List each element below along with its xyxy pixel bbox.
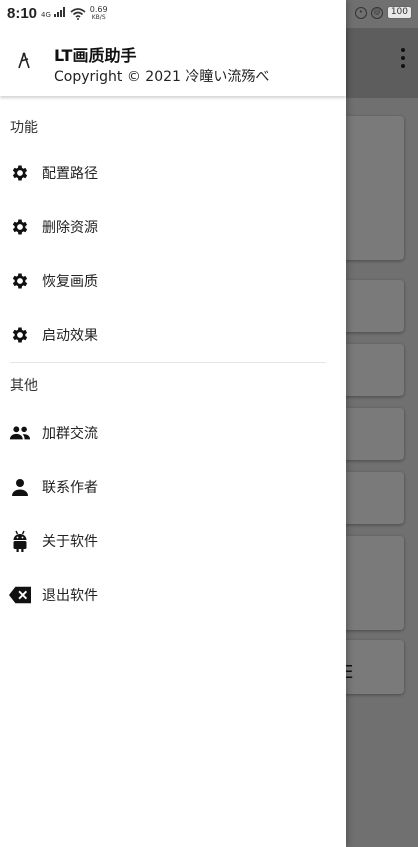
gear-icon [9, 324, 31, 346]
speed-value: 0.69 [89, 4, 108, 14]
status-bar: 8:10 4G 0.69 KB/S • @ 100 [0, 0, 418, 28]
navigation-drawer: LT画质助手 Copyright © 2021 冷瞳い流殇べ 功能 配置路径 删… [0, 0, 346, 847]
app-name: LT画质助手 [54, 46, 137, 65]
gear-icon [9, 162, 31, 184]
menu-item-about[interactable]: 关于软件 [0, 514, 330, 568]
copyright-text: Copyright © 2021 冷瞳い流殇べ [54, 69, 270, 85]
gear-icon [9, 216, 31, 238]
menu-item-contact-author[interactable]: 联系作者 [0, 460, 330, 514]
group-icon [9, 422, 31, 444]
network-type: 4G [41, 11, 51, 19]
person-icon [9, 476, 31, 498]
app-logo-icon [18, 52, 30, 69]
backspace-icon [9, 584, 31, 606]
menu-item-label: 启动效果 [42, 328, 98, 344]
signal-icon: 4G [41, 7, 66, 20]
menu-item-launch-effect[interactable]: 启动效果 [0, 308, 330, 362]
section-title-other: 其他 [10, 378, 38, 394]
menu-item-label: 删除资源 [42, 220, 98, 236]
android-icon [9, 530, 31, 552]
menu-item-label: 恢复画质 [42, 274, 98, 290]
menu-item-delete-resources[interactable]: 删除资源 [0, 200, 330, 254]
menu-item-label: 退出软件 [42, 588, 98, 604]
menu-item-label: 配置路径 [42, 166, 98, 182]
more-options-icon[interactable] [398, 48, 408, 78]
notification-icon: • [354, 6, 367, 19]
gear-icon [9, 270, 31, 292]
menu-item-exit[interactable]: 退出软件 [0, 568, 330, 622]
menu-item-label: 加群交流 [42, 426, 98, 442]
drawer-header: LT画质助手 Copyright © 2021 冷瞳い流殇べ [0, 28, 346, 96]
battery-level: 100 [386, 6, 412, 19]
section-title-functions: 功能 [10, 120, 38, 136]
menu-item-label: 联系作者 [42, 480, 98, 496]
network-speed: 0.69 KB/S [89, 4, 108, 22]
menu-item-restore-quality[interactable]: 恢复画质 [0, 254, 330, 308]
menu-item-label: 关于软件 [42, 534, 98, 550]
menu-item-config-path[interactable]: 配置路径 [0, 146, 330, 200]
speed-unit: KB/S [91, 13, 106, 21]
at-icon: @ [370, 6, 383, 19]
wifi-icon [70, 7, 86, 20]
section-divider [10, 362, 326, 363]
status-time: 8:10 [7, 5, 38, 22]
menu-item-join-group[interactable]: 加群交流 [0, 406, 330, 460]
